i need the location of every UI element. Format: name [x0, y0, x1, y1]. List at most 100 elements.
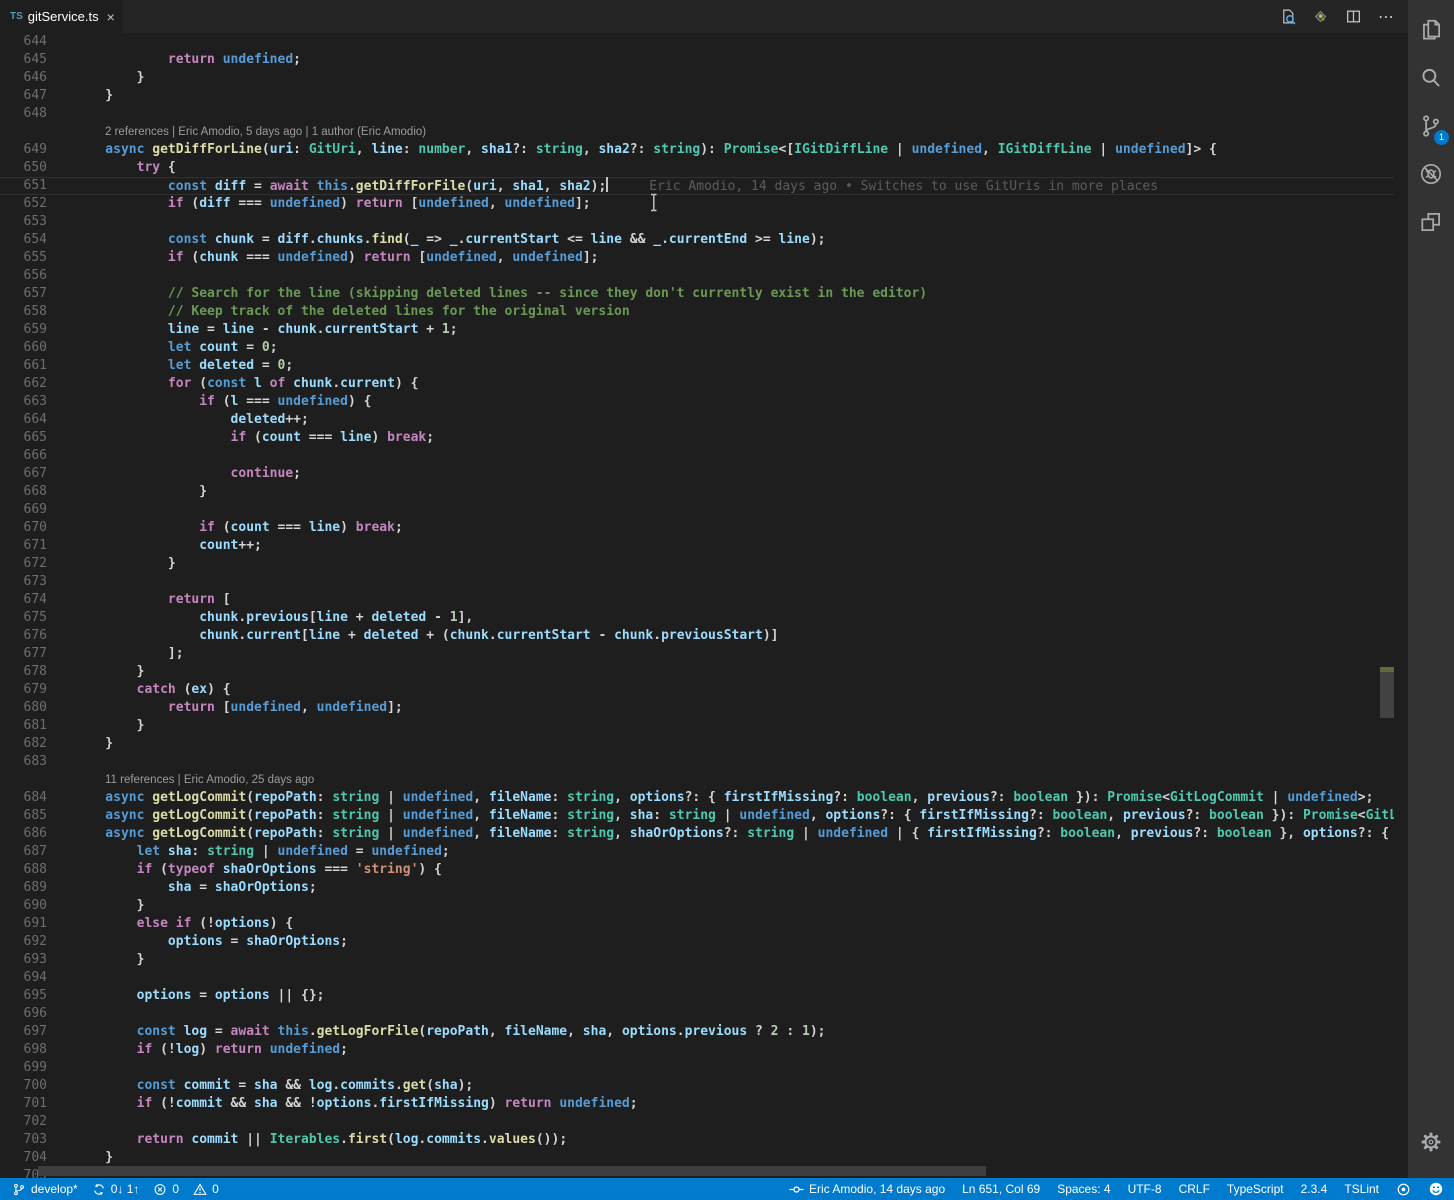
- code-line[interactable]: 659 line = line - chunk.currentStart + 1…: [0, 321, 1394, 339]
- code-line[interactable]: 652 if (diff === undefined) return [unde…: [0, 195, 1394, 213]
- warning-count[interactable]: 0: [193, 1182, 219, 1197]
- git-branch-status[interactable]: develop*: [12, 1182, 78, 1197]
- code-line[interactable]: 689 sha = shaOrOptions;: [0, 879, 1394, 897]
- line-number[interactable]: 682: [0, 735, 47, 753]
- code-line[interactable]: 680 return [undefined, undefined];: [0, 699, 1394, 717]
- line-number[interactable]: 661: [0, 357, 47, 375]
- line-number[interactable]: 686: [0, 825, 47, 843]
- gitlens-icon[interactable]: [1312, 8, 1329, 25]
- code-line[interactable]: 656: [0, 267, 1394, 285]
- vertical-scrollbar-thumb[interactable]: [1380, 672, 1394, 718]
- line-number[interactable]: 651: [0, 177, 47, 195]
- code-line[interactable]: 653: [0, 213, 1394, 231]
- code-line[interactable]: 694: [0, 969, 1394, 987]
- code-line[interactable]: 673: [0, 573, 1394, 591]
- horizontal-scrollbar-thumb[interactable]: [38, 1166, 986, 1176]
- code-line[interactable]: 675 chunk.previous[line + deleted - 1],: [0, 609, 1394, 627]
- eol[interactable]: CRLF: [1179, 1182, 1210, 1196]
- more-actions-icon[interactable]: ⋯: [1378, 8, 1394, 25]
- code-line[interactable]: 660 let count = 0;: [0, 339, 1394, 357]
- code-line[interactable]: 703 return commit || Iterables.first(log…: [0, 1131, 1394, 1149]
- code-line[interactable]: 646 }: [0, 69, 1394, 87]
- line-number[interactable]: 700: [0, 1077, 47, 1095]
- line-number[interactable]: 656: [0, 267, 47, 285]
- line-number[interactable]: 689: [0, 879, 47, 897]
- line-number[interactable]: 703: [0, 1131, 47, 1149]
- explorer-icon[interactable]: [1408, 10, 1454, 50]
- line-number[interactable]: 676: [0, 627, 47, 645]
- line-number[interactable]: 691: [0, 915, 47, 933]
- line-number[interactable]: 701: [0, 1095, 47, 1113]
- line-number[interactable]: 677: [0, 645, 47, 663]
- line-number[interactable]: 664: [0, 411, 47, 429]
- code-line[interactable]: 668 }: [0, 483, 1394, 501]
- line-number[interactable]: 696: [0, 1005, 47, 1023]
- code-line[interactable]: 684 async getLogCommit(repoPath: string …: [0, 789, 1394, 807]
- line-number[interactable]: 662: [0, 375, 47, 393]
- code-line[interactable]: 699: [0, 1059, 1394, 1077]
- codelens[interactable]: 11 references | Eric Amodio, 25 days ago: [0, 771, 1394, 789]
- tab-gitservice-ts[interactable]: TS gitService.ts ×: [0, 0, 123, 33]
- line-number[interactable]: 668: [0, 483, 47, 501]
- code-line[interactable]: 661 let deleted = 0;: [0, 357, 1394, 375]
- line-number[interactable]: 695: [0, 987, 47, 1005]
- code-line[interactable]: 644: [0, 33, 1394, 51]
- settings-gear-icon[interactable]: [1408, 1122, 1454, 1162]
- code-line[interactable]: 651 const diff = await this.getDiffForFi…: [0, 177, 1394, 195]
- code-line[interactable]: 688 if (typeof shaOrOptions === 'string'…: [0, 861, 1394, 879]
- tslint-status[interactable]: TSLint: [1344, 1182, 1379, 1196]
- code-line[interactable]: 683: [0, 753, 1394, 771]
- search-icon[interactable]: [1408, 58, 1454, 98]
- code-line[interactable]: 654 const chunk = diff.chunks.find(_ => …: [0, 231, 1394, 249]
- line-number[interactable]: 647: [0, 87, 47, 105]
- file-search-icon[interactable]: [1279, 8, 1296, 25]
- extensions-icon[interactable]: [1408, 202, 1454, 242]
- line-number[interactable]: 652: [0, 195, 47, 213]
- line-number[interactable]: 690: [0, 897, 47, 915]
- code-line[interactable]: 662 for (const l of chunk.current) {: [0, 375, 1394, 393]
- split-editor-icon[interactable]: [1345, 8, 1362, 25]
- line-number[interactable]: 655: [0, 249, 47, 267]
- code-line[interactable]: 647 }: [0, 87, 1394, 105]
- cursor-position[interactable]: Ln 651, Col 69: [962, 1182, 1040, 1196]
- code-line[interactable]: 685 async getLogCommit(repoPath: string …: [0, 807, 1394, 825]
- code-line[interactable]: 670 if (count === line) break;: [0, 519, 1394, 537]
- code-line[interactable]: 648: [0, 105, 1394, 123]
- debug-icon[interactable]: [1408, 154, 1454, 194]
- line-number[interactable]: 684: [0, 789, 47, 807]
- sync-status[interactable]: 0↓ 1↑: [92, 1182, 139, 1197]
- code-line[interactable]: 666: [0, 447, 1394, 465]
- line-number[interactable]: 648: [0, 105, 47, 123]
- code-line[interactable]: 676 chunk.current[line + deleted + (chun…: [0, 627, 1394, 645]
- line-number[interactable]: 671: [0, 537, 47, 555]
- line-number[interactable]: 666: [0, 447, 47, 465]
- code-line[interactable]: 678 }: [0, 663, 1394, 681]
- line-number[interactable]: 665: [0, 429, 47, 447]
- code-line[interactable]: 690 }: [0, 897, 1394, 915]
- code-line[interactable]: 677 ];: [0, 645, 1394, 663]
- code-line[interactable]: 649 async getDiffForLine(uri: GitUri, li…: [0, 141, 1394, 159]
- line-number[interactable]: 667: [0, 465, 47, 483]
- line-number[interactable]: 702: [0, 1113, 47, 1131]
- line-number[interactable]: 649: [0, 141, 47, 159]
- line-number[interactable]: 646: [0, 69, 47, 87]
- line-number[interactable]: 678: [0, 663, 47, 681]
- code-line[interactable]: 698 if (!log) return undefined;: [0, 1041, 1394, 1059]
- code-line[interactable]: 655 if (chunk === undefined) return [und…: [0, 249, 1394, 267]
- code-line[interactable]: 700 const commit = sha && log.commits.ge…: [0, 1077, 1394, 1095]
- line-number[interactable]: 687: [0, 843, 47, 861]
- error-count[interactable]: 0: [153, 1182, 179, 1197]
- line-number[interactable]: 659: [0, 321, 47, 339]
- ts-version[interactable]: 2.3.4: [1301, 1182, 1328, 1196]
- line-number[interactable]: 699: [0, 1059, 47, 1077]
- line-number[interactable]: 657: [0, 285, 47, 303]
- code-line[interactable]: 701 if (!commit && sha && !options.first…: [0, 1095, 1394, 1113]
- line-number[interactable]: 644: [0, 33, 47, 51]
- code-line[interactable]: 681 }: [0, 717, 1394, 735]
- code-line[interactable]: 669: [0, 501, 1394, 519]
- code-line[interactable]: 702: [0, 1113, 1394, 1131]
- code-line[interactable]: 664 deleted++;: [0, 411, 1394, 429]
- line-number[interactable]: 674: [0, 591, 47, 609]
- line-number[interactable]: 658: [0, 303, 47, 321]
- feedback[interactable]: [1396, 1182, 1411, 1197]
